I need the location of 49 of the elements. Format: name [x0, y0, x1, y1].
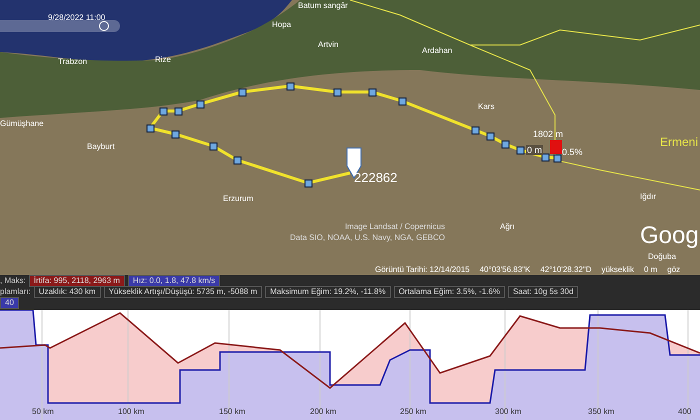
status-text: 0 m [644, 264, 658, 276]
status-text: 40°03'56.83"K [480, 264, 530, 276]
slider-thumb[interactable] [99, 21, 109, 31]
time-label: 9/28/2022 11:00 [48, 12, 106, 24]
place-label: Kars [478, 102, 494, 111]
place-label: Doğuba [648, 252, 676, 261]
stat-box: Ortalama Eğim: 3.5%, -1.6% [394, 286, 505, 298]
satellite-map-drawing[interactable] [0, 0, 700, 275]
stat-box: Maksimum Eğim: 19.2%, -11.8% [265, 286, 391, 298]
elevation-tag: 1802 m [533, 128, 564, 142]
axis-label: 400 [678, 406, 692, 418]
status-text: 42°10'28.32"D [540, 264, 592, 276]
country-label: Ermeni [660, 134, 698, 151]
axis-label: 250 km [400, 406, 426, 418]
marker-label: 222862 [354, 169, 398, 187]
place-label: Erzurum [223, 194, 254, 203]
place-label: Ağrı [500, 222, 515, 231]
stat-box: İrtifa: 995, 2118, 2963 m [28, 275, 125, 287]
axis-label: 200 km [310, 406, 336, 418]
grade-tag: 0.5% [562, 146, 583, 160]
place-label: Iğdır [640, 192, 656, 201]
place-label: Trabzon [58, 57, 88, 66]
logo-text: Goog [640, 224, 699, 248]
place-label: Rize [155, 55, 172, 64]
status-text: Görüntü Tarihi: 12/14/2015 [375, 264, 470, 276]
distance-tag: 0 m [526, 145, 544, 155]
stat-box: Uzaklık: 430 km [34, 286, 101, 298]
axis-label: 50 km [32, 406, 54, 418]
stat-box: 40 [0, 297, 19, 309]
axis-label: 350 km [588, 406, 614, 418]
place-label: Gümüşhane [0, 119, 44, 128]
axis-label: 150 km [219, 406, 246, 418]
row-label: , Maks: [0, 275, 26, 287]
stat-box: Saat: 10g 5s 30d [508, 286, 578, 298]
attribution-text: Image Landsat / Copernicus [344, 221, 445, 232]
status-text: yükseklik [601, 264, 634, 276]
stat-box: Yükseklik Artışı/Düşüşü: 5735 m, -5088 m [104, 286, 262, 298]
place-label: Artvin [318, 40, 338, 49]
axis-label: 100 km [118, 406, 144, 418]
attribution-text: Data SIO, NOAA, U.S. Navy, NGA, GEBCO [290, 232, 445, 243]
place-label: Batum sangâr [298, 1, 348, 10]
place-label: Bayburt [87, 142, 115, 151]
place-label: Hopa [272, 20, 292, 29]
time-slider[interactable] [0, 20, 120, 32]
stat-box: Hız: 0.0, 1.8, 47.8 km/s [128, 275, 220, 287]
axis-label: 300 km [495, 406, 522, 418]
place-label: Ardahan [422, 46, 452, 55]
status-text: göz [667, 264, 680, 276]
row-label: plamları: [0, 286, 31, 298]
